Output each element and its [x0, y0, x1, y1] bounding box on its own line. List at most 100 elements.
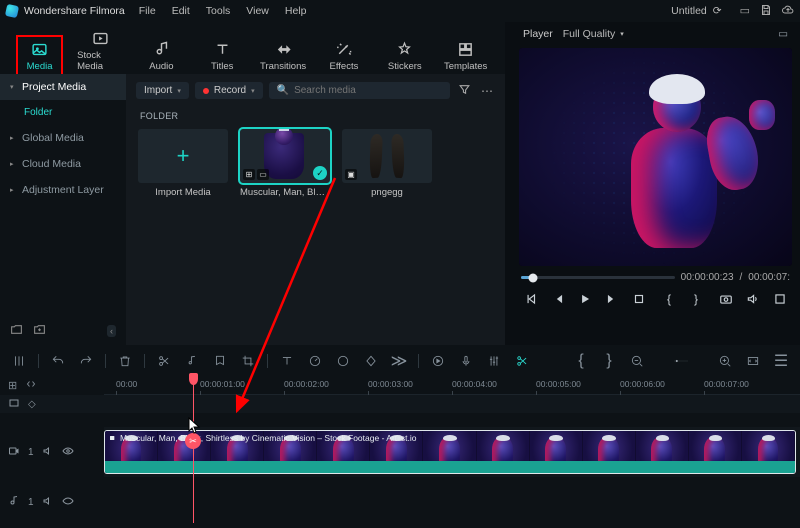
quality-dropdown[interactable]: Full Quality▾ — [563, 28, 624, 40]
sidebar-cloud-media[interactable]: ▸Cloud Media — [0, 151, 126, 177]
ribbon-stickers[interactable]: Stickers — [381, 40, 428, 72]
sidebar-project-media[interactable]: ▾Project Media — [0, 74, 126, 100]
time-ruler[interactable]: 00:00 00:00:01:00 00:00:02:00 00:00:03:0… — [104, 375, 800, 395]
video-track-icon[interactable] — [8, 445, 20, 460]
link-toggle-icon[interactable] — [25, 378, 37, 393]
redo-button[interactable] — [77, 352, 95, 370]
overlay-track-icon[interactable] — [8, 397, 20, 412]
timeline-clip[interactable]: Muscular, Man, Black, Shirtless by Cinem… — [104, 430, 796, 474]
color-button[interactable] — [334, 352, 352, 370]
min-window-icon[interactable]: ▭ — [740, 4, 750, 19]
sidebar-folder[interactable]: Folder — [0, 100, 126, 125]
mixer-button[interactable] — [485, 352, 503, 370]
guides-icon[interactable] — [10, 352, 28, 370]
ribbon-media[interactable]: Media — [16, 35, 63, 76]
hide-video-icon[interactable] — [62, 445, 74, 460]
titles-icon — [213, 40, 231, 58]
volume-button[interactable] — [743, 289, 763, 309]
snapshot-button[interactable] — [716, 289, 736, 309]
new-folder-icon[interactable] — [33, 323, 46, 339]
sidebar-adjustment-layer[interactable]: ▸Adjustment Layer — [0, 177, 126, 203]
voiceover-button[interactable] — [457, 352, 475, 370]
overlay-track[interactable] — [104, 395, 800, 413]
player-panel: Player Full Quality▾ ▭ 00:00:00:23 / 00:… — [505, 22, 800, 345]
media-thumb-2[interactable]: ▣ pngegg — [342, 129, 432, 198]
import-dropdown[interactable]: Import▾ — [136, 82, 189, 99]
zoom-slider[interactable] — [656, 352, 706, 370]
menu-edit[interactable]: Edit — [172, 5, 190, 17]
ribbon-audio[interactable]: Audio — [138, 40, 185, 72]
ribbon-templates[interactable]: Templates — [442, 40, 489, 72]
more-options-icon[interactable]: ⋯ — [479, 84, 495, 98]
playhead-scissors-icon[interactable]: ✂ — [185, 433, 201, 449]
zoom-out-button[interactable] — [628, 352, 646, 370]
crop-button[interactable] — [239, 352, 257, 370]
seek-bar[interactable] — [521, 276, 675, 279]
hide-audio-icon[interactable] — [62, 495, 74, 510]
menu-tools[interactable]: Tools — [206, 5, 231, 17]
search-icon: 🔍 — [277, 85, 289, 96]
delete-button[interactable] — [116, 352, 134, 370]
mark-in-tl-button[interactable]: { — [572, 352, 590, 370]
mute-audio-icon[interactable] — [42, 495, 54, 510]
media-thumb-1[interactable]: ⊞▭ ✓ Muscular, Man, Black,... — [240, 129, 330, 198]
keyframe-button[interactable] — [362, 352, 380, 370]
mark-in-button[interactable]: { — [659, 289, 679, 309]
record-dropdown[interactable]: Record▾ — [195, 82, 263, 99]
play-button[interactable] — [575, 289, 595, 309]
mark-out-button[interactable]: } — [686, 289, 706, 309]
undo-button[interactable] — [49, 352, 67, 370]
zoom-in-button[interactable] — [716, 352, 734, 370]
text-button[interactable] — [278, 352, 296, 370]
audio-track-icon[interactable] — [8, 495, 20, 510]
expand-player-button[interactable] — [770, 289, 790, 309]
prev-clip-button[interactable] — [521, 289, 541, 309]
seek-knob[interactable] — [529, 273, 538, 282]
new-bin-icon[interactable] — [10, 323, 23, 339]
playhead-grip[interactable] — [189, 373, 198, 385]
speed-button[interactable] — [306, 352, 324, 370]
thumb-caption: Import Media — [138, 187, 228, 198]
player-settings-icon[interactable]: ▭ — [778, 28, 788, 40]
filter-icon[interactable] — [456, 83, 473, 99]
more-tools-icon[interactable]: ≫ — [390, 352, 408, 370]
cloud-sync-icon: ⟳ — [713, 5, 722, 17]
zoom-fit-button[interactable] — [744, 352, 762, 370]
app-logo-icon — [5, 4, 19, 18]
step-forward-button[interactable] — [602, 289, 622, 309]
beat-button[interactable] — [183, 352, 201, 370]
ribbon-titles[interactable]: Titles — [199, 40, 246, 72]
ribbon-effects[interactable]: Effects — [321, 40, 368, 72]
stop-button[interactable] — [629, 289, 649, 309]
mark-out-tl-button[interactable]: } — [600, 352, 618, 370]
sidebar-global-media[interactable]: ▸Global Media — [0, 125, 126, 151]
import-media-tile[interactable]: + Import Media — [138, 129, 228, 198]
ribbon-stock-media[interactable]: Stock Media — [77, 29, 124, 72]
collapse-sidebar-icon[interactable]: ‹ — [107, 325, 116, 337]
save-icon[interactable] — [760, 4, 772, 19]
cloud-upload-icon[interactable] — [782, 4, 794, 19]
marker-button[interactable] — [211, 352, 229, 370]
video-track-1[interactable]: Muscular, Man, Black, Shirtless by Cinem… — [104, 427, 800, 477]
split-button[interactable] — [155, 352, 173, 370]
ribbon-transitions[interactable]: Transitions — [260, 40, 307, 72]
document-title[interactable]: Untitled ⟳ — [671, 5, 721, 17]
menu-file[interactable]: File — [139, 5, 156, 17]
main-menu: File Edit Tools View Help — [139, 5, 307, 17]
search-input[interactable] — [294, 85, 442, 96]
playhead[interactable]: ✂ — [193, 375, 194, 523]
timeline-menu-icon[interactable]: ☰ — [772, 352, 790, 370]
auto-cut-button[interactable] — [513, 352, 531, 370]
lock-icon[interactable]: ◇ — [28, 399, 36, 410]
menu-help[interactable]: Help — [285, 5, 307, 17]
audio-track-1[interactable] — [104, 491, 800, 513]
render-button[interactable] — [429, 352, 447, 370]
search-media[interactable]: 🔍 — [269, 82, 450, 99]
menu-view[interactable]: View — [246, 5, 269, 17]
mute-video-icon[interactable] — [42, 445, 54, 460]
player-viewport[interactable] — [519, 48, 792, 266]
tick: 00:00:03:00 — [368, 379, 413, 389]
ribbon-label: Effects — [329, 61, 358, 72]
tracks-menu-icon[interactable]: ⊞ — [8, 379, 17, 392]
step-back-button[interactable] — [548, 289, 568, 309]
